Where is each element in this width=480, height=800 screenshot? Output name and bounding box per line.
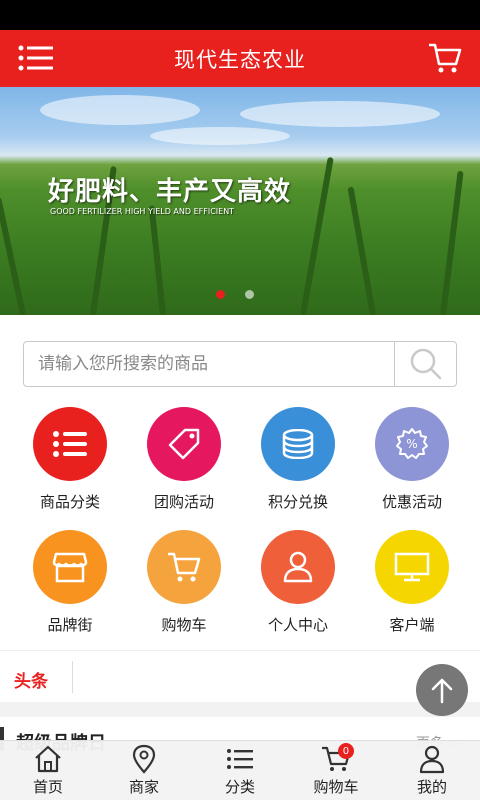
grid-item-discount[interactable]: % 优惠活动 [355,407,469,512]
pagination-dot-active[interactable] [216,290,225,299]
list-icon [227,749,253,769]
grid-item-points-exchange[interactable]: 积分兑换 [241,407,355,512]
monitor-icon [375,530,449,604]
app-header: 现代生态农业 [0,30,480,87]
tab-category[interactable]: 分类 [192,741,288,800]
grid-item-group-buy[interactable]: 团购活动 [127,407,241,512]
person-icon [419,745,445,774]
search-input[interactable] [24,342,394,386]
main-content: 商品分类 团购活动 积分兑换 % 优惠活动 品牌街 [0,315,480,650]
tag-icon [147,407,221,481]
hamburger-menu-icon[interactable] [18,44,54,72]
grid-item-personal-center[interactable]: 个人中心 [241,530,355,635]
tab-label: 商家 [128,778,159,796]
search-icon [410,348,441,380]
back-to-top-button[interactable] [416,664,468,716]
cart-icon[interactable] [428,42,462,74]
store-icon [33,530,107,604]
discount-icon: % [375,407,449,481]
location-pin-icon [132,744,156,774]
news-tag: 头条 [14,672,48,692]
banner-headline: 好肥料、丰产又高效 [48,177,292,207]
tab-merchants[interactable]: 商家 [96,741,192,800]
grid-item-category[interactable]: 商品分类 [13,407,127,512]
pagination-dot[interactable] [245,290,254,299]
grid-item-label: 优惠活动 [381,493,442,511]
grid-item-label: 客户端 [389,616,435,634]
page-title: 现代生态农业 [174,47,306,72]
arrow-up-icon [431,678,453,704]
grid-item-label: 购物车 [161,616,207,634]
feature-grid: 商品分类 团购活动 积分兑换 % 优惠活动 品牌街 购物车 个人中心 客户端 [0,407,480,635]
list-icon [33,407,107,481]
tab-label: 首页 [32,778,63,796]
svg-text:%: % [406,437,417,451]
banner-pagination [216,290,254,299]
headline-news[interactable]: 头条 [0,650,480,702]
person-icon [261,530,335,604]
coins-icon [261,407,335,481]
grid-item-cart[interactable]: 购物车 [127,530,241,635]
grid-item-label: 商品分类 [39,493,100,511]
grid-item-label: 团购活动 [153,493,214,511]
divider [72,661,73,693]
tab-label: 我的 [416,778,447,796]
tab-label: 分类 [224,778,255,796]
promo-banner[interactable]: 好肥料、丰产又高效 GOOD FERTILIZER HIGH YIELD AND… [0,87,480,315]
banner-subline: GOOD FERTILIZER HIGH YIELD AND EFFICIENT [50,207,235,216]
bottom-tab-bar: 首页 商家 分类 0 购物车 我的 [0,740,480,800]
tab-home[interactable]: 首页 [0,741,96,800]
status-bar [0,0,480,30]
cart-count-badge: 0 [337,743,354,759]
cart-icon [147,530,221,604]
grid-item-client[interactable]: 客户端 [355,530,469,635]
home-icon [35,745,61,773]
tab-cart[interactable]: 0 购物车 [288,741,384,800]
tab-mine[interactable]: 我的 [384,741,480,800]
grid-item-label: 个人中心 [267,616,328,634]
grid-item-brand-street[interactable]: 品牌街 [13,530,127,635]
search-button[interactable] [394,342,456,386]
grid-item-label: 积分兑换 [267,493,328,511]
search-box [23,341,457,387]
grid-item-label: 品牌街 [47,616,93,634]
tab-label: 购物车 [313,778,359,796]
